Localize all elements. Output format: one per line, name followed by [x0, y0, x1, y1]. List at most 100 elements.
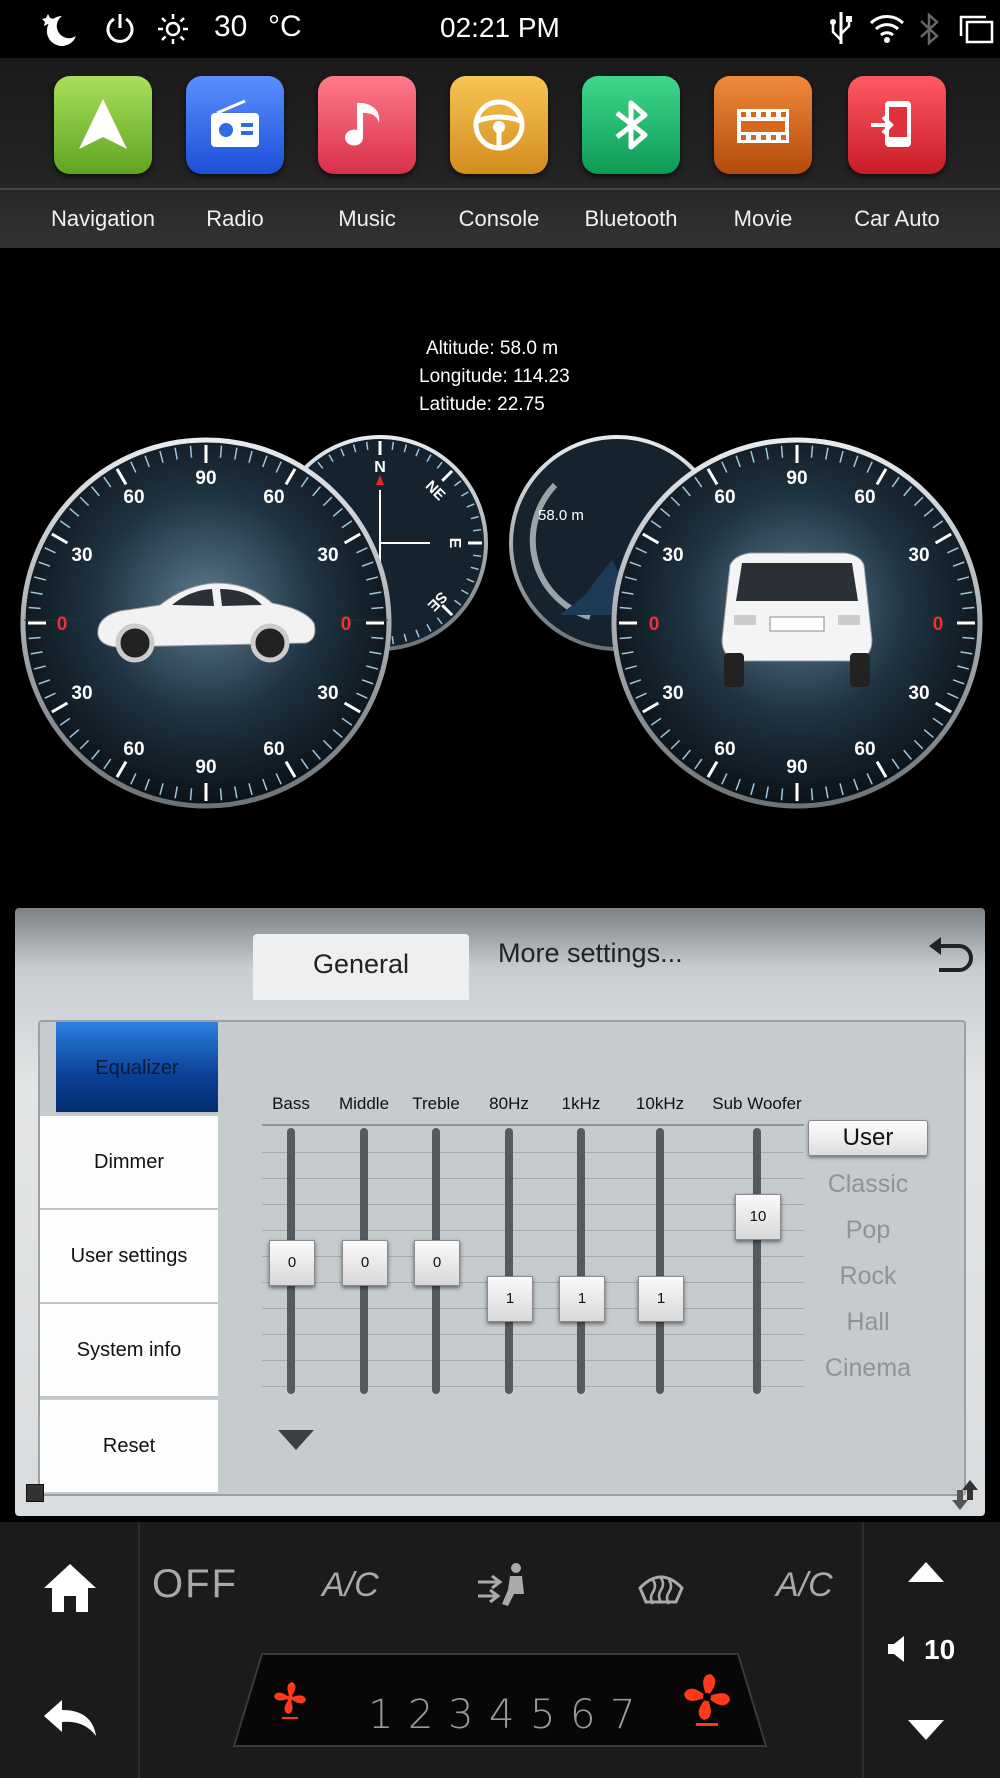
pitch-label-90-top: 90: [786, 468, 807, 489]
usb-icon: [830, 12, 852, 44]
1khz-slider-track[interactable]: [577, 1128, 585, 1394]
steering-wheel-icon: [473, 99, 525, 151]
back-icon[interactable]: [40, 1696, 100, 1740]
ac-button[interactable]: A/C: [322, 1566, 379, 1605]
treble-slider-knob[interactable]: 0: [414, 1240, 460, 1286]
fan-step-6[interactable]: 6: [570, 1692, 595, 1738]
fan-step-2[interactable]: 2: [408, 1692, 433, 1738]
climate-off-button[interactable]: OFF: [152, 1562, 238, 1607]
wifi-icon: [869, 15, 905, 43]
expand-triangle-icon[interactable]: [276, 1428, 316, 1452]
channel-label-10khz: 10kHz: [635, 1094, 685, 1113]
phone-mirror-icon: [871, 101, 911, 147]
bluetooth-app-button[interactable]: [582, 76, 680, 174]
preset-hall[interactable]: Hall: [808, 1308, 928, 1337]
compass-n-label: N: [374, 459, 386, 476]
sub-woofer-slider-track[interactable]: [753, 1128, 761, 1394]
brightness-icon[interactable]: [156, 12, 190, 46]
pitch-gauge: [611, 437, 983, 809]
preset-cinema[interactable]: Cinema: [808, 1354, 928, 1383]
home-icon[interactable]: [42, 1560, 98, 1614]
altimeter-value: 58.0 m: [538, 507, 584, 524]
volume-value: 10: [924, 1634, 956, 1665]
bluetooth-icon: [615, 100, 648, 150]
car-auto-app-button[interactable]: [848, 76, 946, 174]
pitch-label-30-top-left: 30: [662, 545, 683, 566]
pitch-label-0-left: 0: [649, 614, 660, 635]
radio-icon: [211, 99, 259, 147]
sidebar-item-user-settings[interactable]: User settings: [40, 1210, 218, 1304]
navigation-app-button[interactable]: [54, 76, 152, 174]
fan-step-4[interactable]: 4: [489, 1692, 514, 1738]
gauge-tick: [371, 636, 384, 640]
1khz-slider-knob[interactable]: 1: [559, 1276, 605, 1322]
80hz-slider-knob[interactable]: 1: [487, 1276, 533, 1322]
app-label-console: Console: [458, 206, 540, 231]
radio-app-button[interactable]: [186, 76, 284, 174]
fan-high-icon[interactable]: [682, 1672, 732, 1726]
sidebar-item-dimmer[interactable]: Dimmer: [40, 1116, 218, 1210]
gauge-tick: [810, 788, 814, 801]
recent-apps-icon[interactable]: [958, 14, 994, 44]
tab-more-settings[interactable]: More settings...: [498, 938, 683, 969]
channel-label-1khz: 1kHz: [561, 1094, 601, 1113]
sub-woofer-slider-knob[interactable]: 10: [735, 1194, 781, 1240]
fan-low-icon[interactable]: [272, 1680, 308, 1720]
back-arrow-icon[interactable]: [925, 934, 973, 978]
rear-defrost-icon[interactable]: [636, 1562, 686, 1608]
channel-label-treble: Treble: [412, 1094, 460, 1113]
airflow-mode-icon[interactable]: [474, 1560, 538, 1610]
fan-step-5[interactable]: 5: [530, 1692, 555, 1738]
roll-label-60-bottom-left: 60: [123, 739, 144, 760]
fan-step-3[interactable]: 3: [448, 1692, 473, 1738]
navigation-arrow-icon: [79, 99, 127, 149]
night-mode-icon[interactable]: [38, 10, 80, 48]
gauge-tick: [391, 636, 395, 645]
music-note-icon: [345, 103, 380, 146]
app-label-navigation: Navigation: [51, 206, 155, 231]
sidebar-item-system-info[interactable]: System info: [40, 1304, 218, 1398]
gauge-tick: [473, 554, 482, 558]
middle-slider-knob[interactable]: 0: [342, 1240, 388, 1286]
ac-max-button[interactable]: A/C: [776, 1566, 833, 1605]
pitch-label-90-bottom: 90: [786, 757, 807, 778]
preset-user-button[interactable]: User: [808, 1120, 928, 1156]
corner-square-icon: [26, 1484, 44, 1502]
music-app-button[interactable]: [318, 76, 416, 174]
roll-label-0-right: 0: [341, 614, 352, 635]
gauge-tick: [962, 636, 975, 640]
roll-label-90-top: 90: [195, 468, 216, 489]
tab-general[interactable]: General: [253, 934, 469, 1000]
console-app-button[interactable]: [450, 76, 548, 174]
fan-step-1[interactable]: 1: [368, 1692, 393, 1738]
10khz-slider-track[interactable]: [656, 1128, 664, 1394]
gauge-tick: [780, 788, 784, 801]
10khz-slider-knob[interactable]: 1: [638, 1276, 684, 1322]
temperature-value: 30: [214, 10, 248, 43]
resize-arrows-icon[interactable]: [950, 1478, 980, 1512]
channel-label-bass: Bass: [272, 1094, 310, 1113]
app-label-movie: Movie: [733, 206, 793, 231]
movie-app-button[interactable]: [714, 76, 812, 174]
80hz-slider-track[interactable]: [505, 1128, 513, 1394]
sidebar-item-reset[interactable]: Reset: [40, 1400, 218, 1492]
volume-up-icon[interactable]: [906, 1560, 946, 1584]
gauge-tick: [28, 606, 41, 610]
altitude-readout: Altitude: 58.0 m: [426, 338, 559, 359]
channel-label-sub-woofer: Sub Woofer: [712, 1094, 802, 1113]
pitch-label-30-bottom-right: 30: [908, 683, 929, 704]
volume-down-icon[interactable]: [906, 1718, 946, 1742]
status-bar: 30 °C 02:21 PM: [0, 0, 1000, 58]
fan-step-7[interactable]: 7: [610, 1692, 635, 1738]
preset-rock[interactable]: Rock: [808, 1262, 928, 1291]
gauge-tick: [473, 528, 482, 532]
power-icon[interactable]: [104, 12, 136, 46]
sidebar-item-equalizer[interactable]: Equalizer: [56, 1022, 218, 1114]
bass-slider-knob[interactable]: 0: [269, 1240, 315, 1286]
pitch-label-60-bottom-left: 60: [714, 739, 735, 760]
gauge-tick: [619, 636, 632, 640]
preset-classic[interactable]: Classic: [808, 1170, 928, 1199]
preset-pop[interactable]: Pop: [808, 1216, 928, 1245]
roll-label-30-bottom-right: 30: [317, 683, 338, 704]
gauge-tick: [780, 445, 784, 458]
